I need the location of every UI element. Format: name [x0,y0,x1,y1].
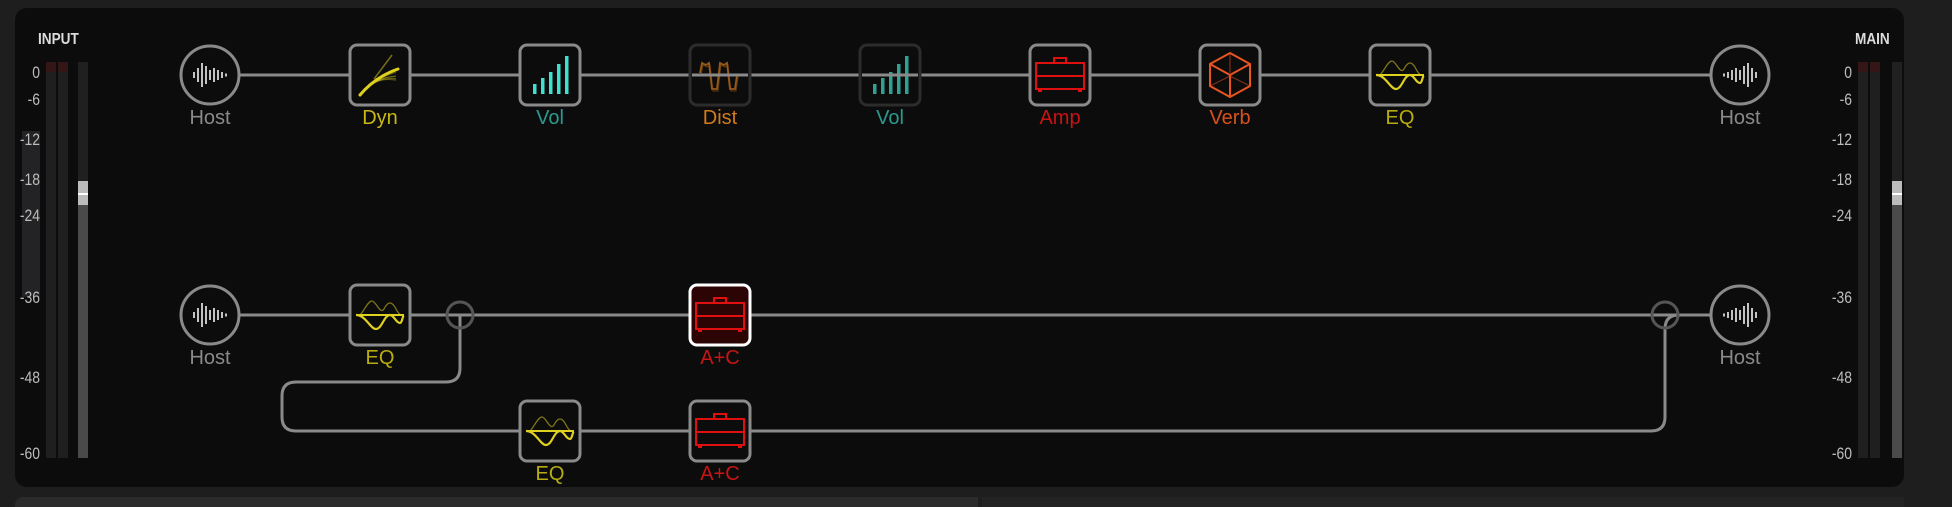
block-ac-a[interactable] [688,283,752,347]
block-label-host-out: Host [1719,107,1761,129]
input-clip-indicator [58,62,68,72]
amp-foot [738,329,742,332]
amp-foot [1038,89,1042,92]
block-label-dist: Dist [702,107,738,129]
block-dist[interactable] [688,43,752,107]
block-label-host-out: Host [1719,347,1761,369]
main-level-bar-left [1858,62,1868,458]
block-ac-b[interactable] [688,399,752,463]
block-label-eq: EQ [365,347,395,369]
block-host-in[interactable] [179,284,241,346]
vol-bar [533,84,537,94]
amp-foot [698,329,702,332]
block-dyn[interactable] [348,43,412,107]
vol-bar [873,84,877,94]
block-eq-b[interactable] [518,399,582,463]
block-label-vol1: Vol [536,107,564,129]
block-host-out[interactable] [1709,284,1771,346]
input-clip-indicator [46,62,56,72]
block-label-host-in: Host [189,107,231,129]
amp-foot [1078,89,1082,92]
block-host-in[interactable] [179,44,241,106]
vol-bar [897,64,901,94]
block-verb[interactable] [1198,43,1262,107]
input-volume-fill [78,205,88,458]
vol-bar [557,64,561,94]
block-label-eq-b: EQ [535,463,565,485]
input-level-bar-left [46,62,56,458]
block-eq[interactable] [1368,43,1432,107]
block-vol1[interactable] [518,43,582,107]
block-eq[interactable] [348,283,412,347]
amp-foot [698,445,702,448]
signal-chain-canvas [46,43,1902,463]
main-volume-handle-line [1892,193,1902,195]
block-label-vol2: Vol [876,107,904,129]
block-label-ac-a: A+C [700,347,740,369]
block-label-host-in: Host [189,347,231,369]
vol-bar [881,78,885,94]
block-label-dyn: Dyn [362,107,398,129]
block-vol2[interactable] [858,43,922,107]
main-volume-fill [1892,205,1902,458]
input-volume-handle-line [78,193,88,195]
vol-bar [565,56,569,94]
input-level-bar-right [58,62,68,458]
main-level-bar-right [1870,62,1880,458]
block-label-eq: EQ [1385,107,1415,129]
main-clip-indicator [1870,62,1880,72]
vol-bar [549,72,553,94]
block-label-ac-b: A+C [700,463,740,485]
block-label-verb: Verb [1209,107,1251,129]
path2b-wire [280,313,1680,433]
vol-bar [541,78,545,94]
amp-foot [738,445,742,448]
block-label-amp: Amp [1039,107,1081,129]
main-clip-indicator [1858,62,1868,72]
block-amp[interactable] [1028,43,1092,107]
block-host-out[interactable] [1709,44,1771,106]
